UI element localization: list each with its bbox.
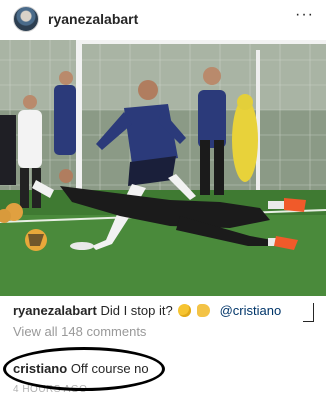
thinking-face-icon — [178, 304, 192, 317]
caption: ryanezalabart Did I stop it? @cristiano — [13, 303, 281, 318]
clapping-hands-icon — [196, 304, 210, 317]
caption-mention-link[interactable]: @cristiano — [220, 303, 282, 318]
bookmark-icon[interactable] — [303, 303, 314, 322]
annotation-circle — [3, 347, 165, 391]
avatar[interactable] — [13, 6, 39, 32]
view-all-comments-link[interactable]: View all 148 comments — [13, 324, 146, 339]
caption-text: Did I stop it? — [100, 303, 173, 318]
caption-username[interactable]: ryanezalabart — [13, 303, 97, 318]
training-photo — [0, 40, 326, 296]
post-username[interactable]: ryanezalabart — [48, 11, 138, 27]
more-options-icon[interactable]: ··· — [295, 6, 314, 24]
post-photo[interactable] — [0, 40, 326, 296]
post-header: ryanezalabart ··· — [0, 0, 326, 38]
